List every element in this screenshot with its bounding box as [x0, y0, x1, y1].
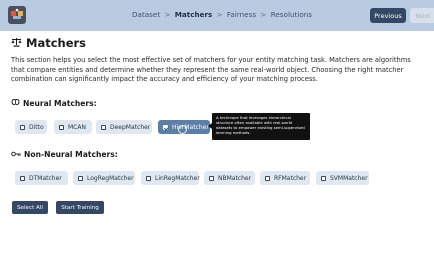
checkbox[interactable]	[78, 175, 83, 181]
previous-button[interactable]: Previous	[370, 8, 406, 23]
breadcrumb-separator: >	[216, 10, 223, 19]
neural-matchers-label: Neural Matchers:	[23, 98, 97, 108]
next-button[interactable]: Next	[410, 8, 434, 23]
non-neural-matchers-heading: Non-Neural Matchers:	[11, 150, 118, 159]
cursor-indicator	[178, 125, 187, 134]
matcher-label: DeepMatcher	[110, 123, 151, 131]
matcher-label: LinRegMatcher	[155, 174, 200, 182]
matcher-chip-linregmatcher[interactable]: LinRegMatcher	[141, 171, 200, 185]
matcher-label: RFMatcher	[274, 174, 307, 182]
app-logo-icon[interactable]	[8, 6, 26, 24]
breadcrumb: Dataset > Matchers > Fairness > Resoluti…	[132, 10, 312, 19]
checkbox[interactable]	[265, 175, 270, 181]
page-title-text: Matchers	[26, 36, 87, 50]
breadcrumb-separator: >	[164, 10, 171, 19]
select-all-button[interactable]: Select All	[12, 201, 48, 214]
matcher-chip-svmmatcher[interactable]: SVMMatcher	[316, 171, 369, 185]
matcher-label: LogRegMatcher	[87, 174, 134, 182]
matcher-chip-dtmatcher[interactable]: DTMatcher	[15, 171, 68, 185]
scale-icon	[11, 36, 22, 50]
checkbox[interactable]	[20, 175, 25, 181]
key-icon	[11, 150, 21, 159]
matcher-chip-logregmatcher[interactable]: LogRegMatcher	[73, 171, 135, 185]
checkbox[interactable]	[59, 124, 64, 130]
checkbox[interactable]	[146, 175, 151, 181]
matcher-chip-ditto[interactable]: Ditto	[15, 120, 47, 134]
matcher-chip-rfmatcher[interactable]: RFMatcher	[260, 171, 310, 185]
checkbox-checked[interactable]	[163, 124, 168, 130]
checkbox[interactable]	[209, 175, 214, 181]
start-training-button[interactable]: Start Training	[56, 201, 104, 214]
matcher-label: MCAN	[68, 123, 86, 131]
matcher-label: DTMatcher	[29, 174, 62, 182]
checkbox[interactable]	[20, 124, 25, 130]
breadcrumb-fairness[interactable]: Fairness	[227, 10, 256, 19]
breadcrumb-separator: >	[260, 10, 267, 19]
page-description: This section helps you select the most e…	[11, 56, 411, 84]
matcher-chip-deepmatcher[interactable]: DeepMatcher	[96, 120, 152, 134]
hiermatcher-tooltip: A technique that leverages hierarchical …	[208, 113, 310, 140]
non-neural-matchers-label: Non-Neural Matchers:	[24, 150, 118, 159]
neural-matchers-heading: Neural Matchers:	[11, 98, 97, 108]
matcher-label: Ditto	[29, 123, 44, 131]
breadcrumb-resolutions[interactable]: Resolutions	[271, 10, 312, 19]
breadcrumb-dataset[interactable]: Dataset	[132, 10, 160, 19]
checkbox[interactable]	[321, 175, 326, 181]
matcher-chip-nbmatcher[interactable]: NBMatcher	[204, 171, 255, 185]
page-title: Matchers	[11, 36, 86, 50]
breadcrumb-matchers[interactable]: Matchers	[175, 10, 213, 19]
brain-icon	[11, 98, 20, 108]
top-bar: Dataset > Matchers > Fairness > Resoluti…	[0, 0, 434, 31]
matcher-label: SVMMatcher	[330, 174, 368, 182]
checkbox[interactable]	[101, 124, 106, 130]
matcher-label: NBMatcher	[218, 174, 252, 182]
matcher-chip-mcan[interactable]: MCAN	[54, 120, 92, 134]
